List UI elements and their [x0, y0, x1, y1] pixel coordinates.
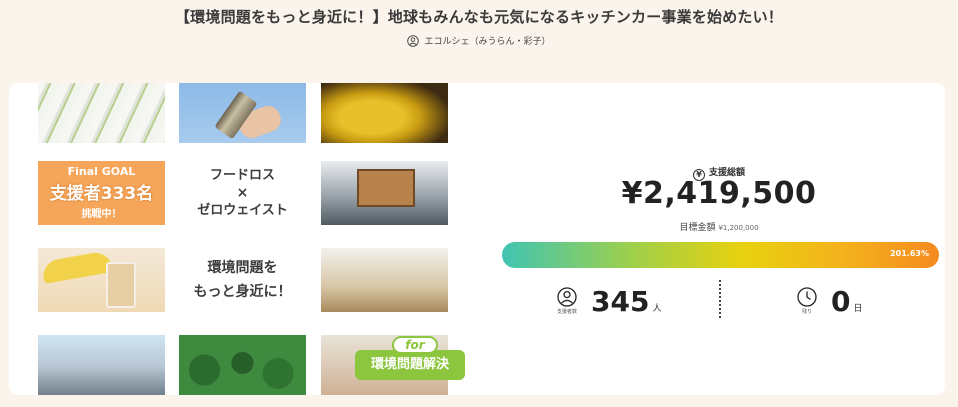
supporters-caption: 支援者数 — [556, 309, 577, 315]
smoothie-photo — [38, 248, 165, 312]
target-row: 目標金額 ¥1,200,000 — [493, 220, 945, 233]
supporters-stat: 支援者数 345 人 — [553, 281, 661, 321]
final-goal-banner: Final GOAL 支援者333名 挑戦中！ — [38, 161, 165, 225]
times-sign: × — [236, 185, 249, 201]
target-amount: ¥1,200,000 — [718, 224, 759, 232]
badge-for: for — [392, 336, 438, 354]
environment-badge: 環境問題解決 for — [355, 336, 465, 380]
person-icon — [557, 287, 577, 307]
supporters-icon-group: 支援者数 — [553, 287, 581, 315]
group-photo — [38, 335, 165, 395]
target-label: 目標金額 — [679, 223, 716, 233]
days-unit: 日 — [853, 303, 863, 314]
goal-status: 挑戦中！ — [81, 209, 122, 220]
stats-divider — [719, 280, 721, 318]
glass-shape — [106, 262, 136, 308]
days-caption: 残り — [801, 309, 812, 315]
food-loss-tile: フードロス × ゼロウェイスト — [179, 161, 306, 225]
market-photo — [321, 248, 448, 312]
food-loss-text: フードロス — [209, 168, 275, 183]
kitchen-car-photo — [321, 161, 448, 225]
user-icon — [407, 34, 420, 47]
days-count: 0 — [831, 284, 851, 318]
environment-line-1: 環境問題を — [207, 260, 278, 276]
environment-tile: 環境問題を もっと身近に！ — [179, 248, 306, 312]
days-left-stat: 残り 0 日 — [793, 281, 863, 321]
owner-name: エコルシェ（みうらん・彩子） — [424, 37, 551, 47]
banana-shape — [40, 250, 114, 284]
total-amount: ¥2,419,500 — [621, 176, 817, 211]
bottle-photo — [179, 83, 306, 143]
goal-title: Final GOAL — [67, 165, 136, 178]
kitchen-car-box — [357, 169, 415, 207]
goal-count: 支援者333名 — [49, 184, 154, 204]
page-title: 【環境問題をもっと身近に！】地球もみんなも元気になるキッチンカー事業を始めたい！ — [174, 8, 783, 26]
daikon-photo — [38, 83, 165, 143]
supporters-unit: 人 — [652, 303, 662, 314]
project-owner[interactable]: エコルシェ（みうらん・彩子） — [0, 34, 958, 47]
supporters-count: 345 — [591, 284, 650, 318]
days-icon-group: 残り — [793, 287, 821, 315]
badge-label: 環境問題解決 — [355, 350, 465, 380]
banana-photo — [321, 83, 448, 143]
watermelon-photo — [179, 335, 306, 395]
progress-bar: 201.63% — [502, 242, 939, 268]
funding-stats: ¥ 支援総額 ¥2,419,500 目標金額 ¥1,200,000 201.63% … — [493, 83, 945, 395]
progress-percent: 201.63% — [890, 249, 929, 258]
environment-line-2: もっと身近に！ — [193, 284, 292, 300]
zero-waste-text: ゼロウェイスト — [197, 203, 288, 218]
clock-icon — [797, 287, 817, 307]
project-card: Final GOAL 支援者333名 挑戦中！ フードロス × ゼロウェイスト … — [9, 83, 945, 395]
